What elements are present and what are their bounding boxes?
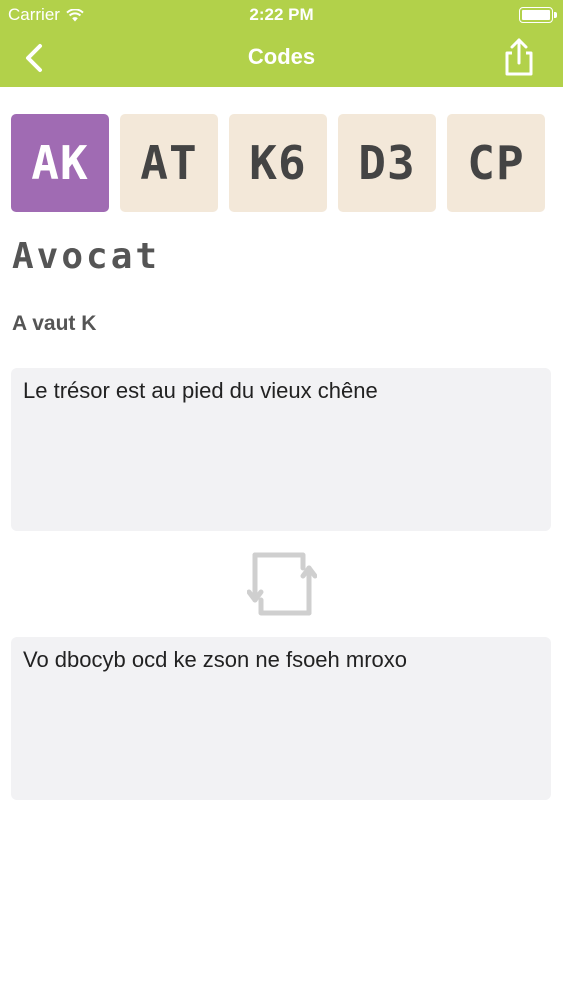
page-title: Codes [247, 44, 316, 69]
code-tab-label: AK [31, 136, 89, 190]
battery-icon [519, 7, 557, 23]
code-name-heading: Avocat [12, 236, 161, 277]
share-icon [505, 38, 533, 76]
plain-text-input[interactable]: Le trésor est au pied du vieux chêne [11, 368, 551, 531]
code-rule-label: A vaut K [12, 312, 97, 335]
header: Carrier 2:22 PM Codes [0, 0, 563, 87]
code-tab-label: D3 [358, 136, 416, 190]
swap-arrows-icon [246, 552, 318, 616]
encoded-text-output[interactable]: Vo dbocyb ocd ke zson ne fsoeh mroxo [11, 637, 551, 800]
code-tab-label: K6 [249, 136, 307, 190]
code-selector: AK AT K6 D3 CP [11, 114, 545, 212]
code-tab-ak[interactable]: AK [11, 114, 109, 212]
code-tab-at[interactable]: AT [120, 114, 218, 212]
status-bar: Carrier 2:22 PM [0, 0, 563, 30]
code-tab-cp[interactable]: CP [447, 114, 545, 212]
share-button[interactable] [497, 36, 541, 80]
code-tab-label: AT [140, 136, 198, 190]
status-time: 2:22 PM [249, 5, 314, 24]
code-tab-label: CP [467, 136, 525, 190]
code-tab-k6[interactable]: K6 [229, 114, 327, 212]
code-tab-d3[interactable]: D3 [338, 114, 436, 212]
swap-button[interactable] [246, 552, 318, 616]
nav-bar: Codes [0, 30, 563, 87]
